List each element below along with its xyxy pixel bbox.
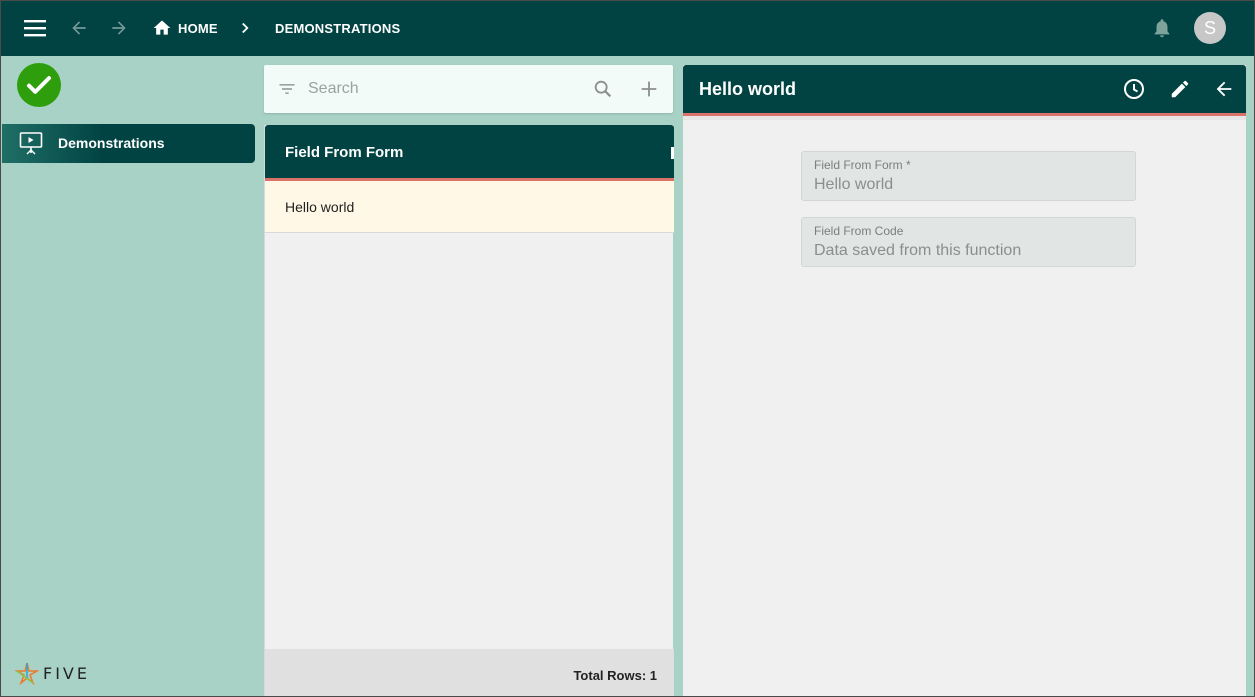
add-icon[interactable] (637, 77, 661, 101)
breadcrumb-home[interactable]: HOME (152, 17, 218, 39)
record-list: Field From Form Hello world Total Rows: … (264, 125, 674, 697)
list-column-header-label: Field From Form (285, 144, 404, 161)
record-detail: Hello world Field From Form * Hello worl… (683, 65, 1246, 697)
total-rows-label: Total Rows: 1 (573, 668, 657, 683)
field-from-code[interactable]: Field From Code Data saved from this fun… (801, 217, 1136, 267)
close-back-arrow-icon[interactable] (1212, 77, 1236, 101)
top-app-bar: HOME DEMONSTRATIONS S (0, 0, 1255, 56)
search-bar (264, 65, 673, 113)
sidebar-item-demonstrations[interactable]: Demonstrations (2, 124, 255, 163)
field-label: Field From Form * (814, 158, 911, 172)
chevron-right-icon (236, 18, 254, 38)
list-item[interactable]: Hello world (265, 181, 674, 233)
header-divider (683, 116, 1246, 120)
sidebar-item-label: Demonstrations (58, 135, 165, 151)
five-star-icon (15, 662, 39, 685)
back-arrow-icon[interactable] (66, 16, 92, 40)
menu-icon[interactable] (22, 16, 48, 40)
list-column-header[interactable]: Field From Form (265, 125, 674, 181)
forward-arrow-icon[interactable] (106, 16, 132, 40)
home-icon (153, 20, 171, 35)
user-avatar[interactable]: S (1194, 12, 1226, 44)
breadcrumb-home-label: HOME (178, 20, 218, 36)
field-from-form[interactable]: Field From Form * Hello world (801, 151, 1136, 201)
list-footer: Total Rows: 1 (265, 649, 674, 697)
history-icon[interactable] (1122, 77, 1146, 101)
detail-header: Hello world (683, 65, 1246, 116)
bell-icon[interactable] (1150, 16, 1174, 40)
brand-name: FIVE (43, 663, 90, 683)
search-icon[interactable] (591, 77, 615, 101)
resize-handle[interactable] (671, 147, 674, 159)
field-label: Field From Code (814, 224, 904, 238)
presentation-icon (19, 131, 43, 157)
field-value: Data saved from this function (814, 242, 1022, 259)
search-input[interactable] (308, 77, 578, 101)
edit-pencil-icon[interactable] (1168, 77, 1192, 101)
filter-icon[interactable] (276, 78, 298, 100)
field-value: Hello world (814, 176, 894, 193)
breadcrumb-current: DEMONSTRATIONS (275, 21, 401, 36)
brand-logo: FIVE (15, 661, 90, 685)
detail-title: Hello world (699, 79, 797, 99)
list-item-label: Hello world (285, 199, 355, 215)
check-logo-icon (17, 63, 61, 107)
